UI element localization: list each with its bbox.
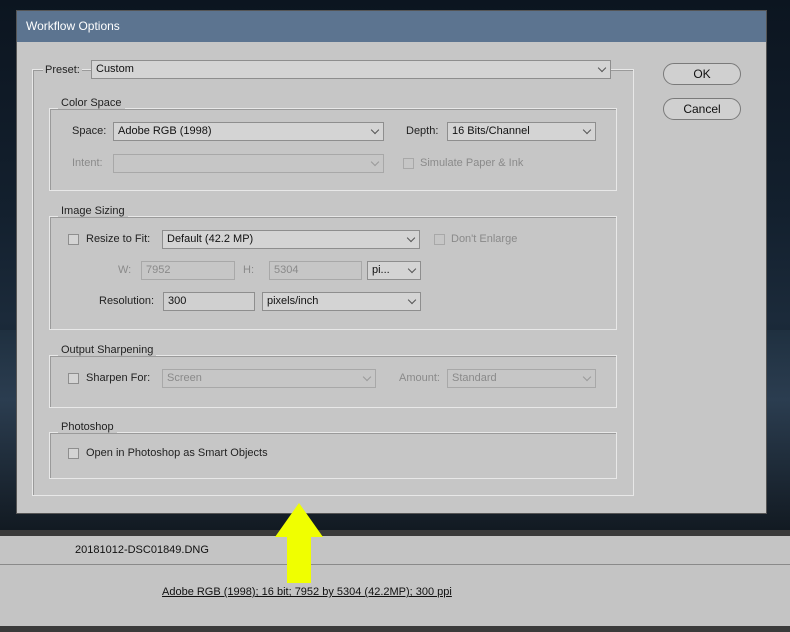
workflow-options-dialog: Workflow Options Preset: Custom OK Cance…	[16, 10, 767, 514]
height-label: H:	[243, 264, 254, 276]
sharpen-for-select[interactable]: Screen	[162, 369, 376, 388]
depth-value: 16 Bits/Channel	[452, 125, 530, 137]
color-space-group	[49, 108, 617, 191]
chevron-down-icon	[582, 125, 592, 135]
chevron-down-icon	[407, 264, 417, 274]
space-label: Space:	[72, 125, 107, 137]
chevron-down-icon	[406, 233, 416, 243]
dont-enlarge-checkbox[interactable]	[434, 234, 445, 245]
space-select[interactable]: Adobe RGB (1998)	[113, 122, 384, 141]
cancel-button[interactable]: Cancel	[663, 98, 741, 120]
sharpen-for-value: Screen	[167, 372, 202, 384]
dont-enlarge-label: Don't Enlarge	[451, 233, 518, 245]
amount-value: Standard	[452, 372, 497, 384]
footer-divider	[0, 564, 790, 565]
resolution-label: Resolution:	[99, 295, 155, 307]
camera-raw-footer: 20181012-DSC01849.DNG Adobe RGB (1998); …	[0, 530, 790, 632]
simulate-paper-label: Simulate Paper & Ink	[420, 157, 524, 169]
photoshop-title: Photoshop	[58, 421, 117, 433]
chevron-down-icon	[582, 372, 592, 382]
chevron-down-icon	[370, 157, 380, 167]
depth-label: Depth:	[406, 125, 439, 137]
workflow-options-link[interactable]: Adobe RGB (1998); 16 bit; 7952 by 5304 (…	[162, 586, 452, 598]
footer-bottom-band	[0, 626, 790, 632]
chevron-down-icon	[597, 63, 607, 73]
color-space-title: Color Space	[58, 97, 125, 109]
resize-to-fit-select[interactable]: Default (42.2 MP)	[162, 230, 420, 249]
width-field[interactable]: 7952	[141, 261, 235, 280]
intent-label: Intent:	[72, 157, 103, 169]
resolution-unit-select[interactable]: pixels/inch	[262, 292, 421, 311]
preset-label: Preset:	[43, 64, 82, 76]
depth-select[interactable]: 16 Bits/Channel	[447, 122, 596, 141]
space-value: Adobe RGB (1998)	[118, 125, 212, 137]
preset-select[interactable]: Custom	[91, 60, 611, 79]
chevron-down-icon	[370, 125, 380, 135]
resolution-field[interactable]: 300	[163, 292, 255, 311]
smart-objects-label: Open in Photoshop as Smart Objects	[86, 447, 268, 459]
width-label: W:	[118, 264, 132, 276]
size-unit-select[interactable]: pi...	[367, 261, 421, 280]
intent-select[interactable]	[113, 154, 384, 173]
output-sharpening-title: Output Sharpening	[58, 344, 157, 356]
ok-button[interactable]: OK	[663, 63, 741, 85]
footer-top-band	[0, 530, 790, 536]
image-sizing-title: Image Sizing	[58, 205, 128, 217]
arrow-up-icon	[275, 503, 323, 583]
preset-value: Custom	[96, 63, 134, 75]
chevron-down-icon	[362, 372, 372, 382]
resize-to-fit-checkbox[interactable]	[68, 234, 79, 245]
height-field[interactable]: 5304	[269, 261, 362, 280]
smart-objects-checkbox[interactable]	[68, 448, 79, 459]
amount-select[interactable]: Standard	[447, 369, 596, 388]
resize-to-fit-label: Resize to Fit:	[86, 233, 151, 245]
sharpen-for-label: Sharpen For:	[86, 372, 151, 384]
simulate-paper-checkbox[interactable]	[403, 158, 414, 169]
resize-to-fit-value: Default (42.2 MP)	[167, 233, 254, 245]
size-unit-value: pi...	[372, 264, 390, 276]
filename-label: 20181012-DSC01849.DNG	[75, 544, 209, 556]
sharpen-for-checkbox[interactable]	[68, 373, 79, 384]
amount-label: Amount:	[399, 372, 440, 384]
chevron-down-icon	[407, 295, 417, 305]
dialog-title: Workflow Options	[17, 11, 766, 42]
resolution-unit-value: pixels/inch	[267, 295, 319, 307]
